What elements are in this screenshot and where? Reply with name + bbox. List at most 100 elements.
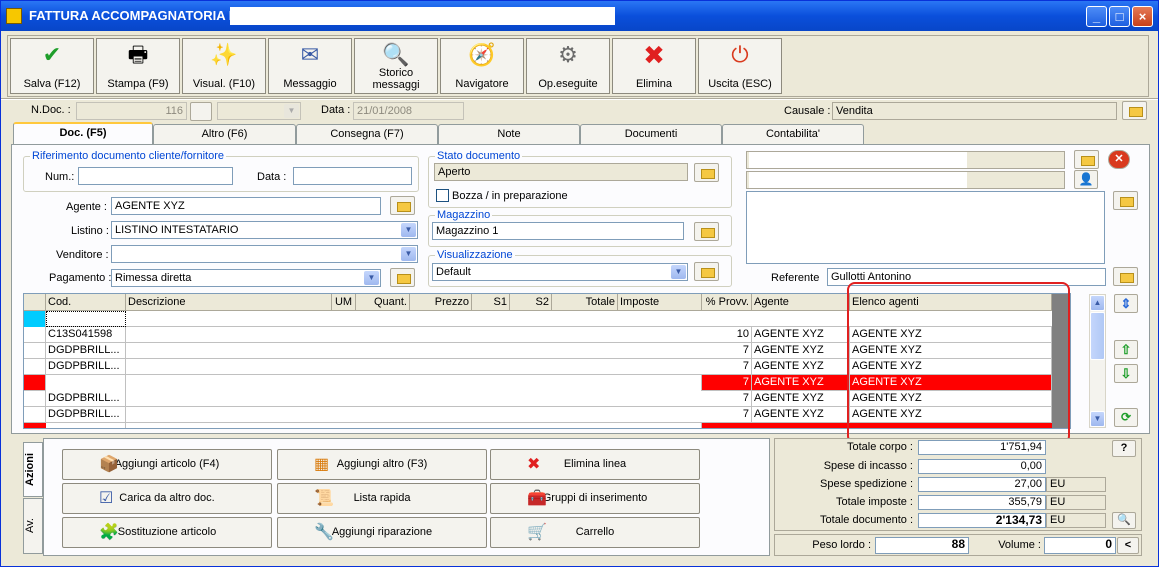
rif-date-field[interactable] bbox=[293, 167, 412, 185]
cell-provv[interactable]: 7 bbox=[702, 343, 752, 359]
cell-descrizione[interactable] bbox=[126, 375, 702, 391]
minimize-button[interactable]: _ bbox=[1086, 6, 1107, 27]
operations-button[interactable]: ⚙ Op.eseguite bbox=[526, 38, 610, 94]
scroll-thumb[interactable] bbox=[1090, 312, 1105, 360]
grid-scrollbar[interactable]: ▲ ▼ bbox=[1089, 294, 1106, 428]
col-header-s2[interactable]: S2 bbox=[510, 294, 552, 311]
spese-incasso-value[interactable]: 0,00 bbox=[918, 459, 1046, 474]
user-card-icon[interactable]: 👤 bbox=[1074, 170, 1098, 189]
preview-button[interactable]: ✨ Visual. (F10) bbox=[182, 38, 266, 94]
tab-contabilita[interactable]: Contabilita' bbox=[722, 124, 864, 144]
maximize-button[interactable]: □ bbox=[1109, 6, 1130, 27]
cell-agente[interactable]: AGENTE XYZ bbox=[752, 375, 850, 391]
col-header-descrizione[interactable]: Descrizione bbox=[126, 294, 332, 311]
navigator-button[interactable]: 🧭 Navigatore bbox=[440, 38, 524, 94]
print-button[interactable]: 🖶 Stampa (F9) bbox=[96, 38, 180, 94]
cell-cod[interactable]: DGDPBRILL... bbox=[46, 407, 126, 423]
tab-altro[interactable]: Altro (F6) bbox=[153, 124, 296, 144]
quick-list-button[interactable]: 📜 Lista rapida bbox=[277, 483, 487, 514]
col-header-elenco-agenti[interactable]: Elenco agenti bbox=[850, 294, 1052, 311]
refresh-icon[interactable]: ⟳ bbox=[1114, 408, 1138, 427]
col-header-prezzo[interactable]: Prezzo bbox=[410, 294, 472, 311]
pagamento-folder-button[interactable] bbox=[390, 268, 415, 287]
message-button[interactable]: ✉ Messaggio bbox=[268, 38, 352, 94]
cell-elenco-agenti[interactable]: AGENTE XYZ bbox=[850, 327, 1052, 343]
close-button[interactable]: × bbox=[1132, 6, 1153, 27]
col-header-quant[interactable]: Quant. bbox=[356, 294, 410, 311]
tab-documenti[interactable]: Documenti bbox=[580, 124, 722, 144]
cell-provv[interactable]: 7 bbox=[702, 391, 752, 407]
causale-folder-button[interactable] bbox=[1122, 101, 1147, 120]
ndoc-lookup-button[interactable] bbox=[190, 102, 212, 121]
cell-elenco-agenti[interactable]: AGENTE XYZ bbox=[850, 407, 1052, 423]
listino-select[interactable]: LISTINO INTESTATARIO ▼ bbox=[111, 221, 418, 239]
bozza-checkbox[interactable] bbox=[436, 189, 449, 202]
cell-provv[interactable]: 7 bbox=[702, 359, 752, 375]
message-history-button[interactable]: 🔍 Storico messaggi bbox=[354, 38, 438, 94]
address-folder-button[interactable] bbox=[1113, 191, 1138, 210]
cell-provv[interactable]: 7 bbox=[702, 407, 752, 423]
num-field[interactable] bbox=[78, 167, 233, 185]
magazzino-folder-button[interactable] bbox=[694, 222, 719, 241]
cell-cod[interactable] bbox=[46, 311, 126, 327]
cell-cod[interactable]: DGDPBRILL... bbox=[46, 343, 126, 359]
col-header-totale[interactable]: Totale bbox=[552, 294, 618, 311]
cell-elenco-agenti[interactable]: AGENTE XYZ bbox=[850, 343, 1052, 359]
col-header-agente[interactable]: Agente bbox=[752, 294, 850, 311]
tab-azioni[interactable]: Azioni bbox=[23, 442, 43, 497]
help-button[interactable]: ? bbox=[1112, 440, 1136, 457]
causale-field[interactable]: Vendita bbox=[832, 102, 1117, 120]
cliente-folder-button[interactable] bbox=[1074, 150, 1099, 169]
table-row[interactable] bbox=[24, 311, 1052, 327]
move-down-icon[interactable]: ⇩ bbox=[1114, 364, 1138, 383]
col-header-provv[interactable]: % Provv. bbox=[702, 294, 752, 311]
referente-folder-button[interactable] bbox=[1113, 267, 1138, 286]
volume-value[interactable]: 0 bbox=[1044, 537, 1116, 554]
delete-button[interactable]: ✖ Elimina bbox=[612, 38, 696, 94]
peso-lordo-value[interactable]: 88 bbox=[875, 537, 969, 554]
cell-cod[interactable]: C13S041598 bbox=[46, 327, 126, 343]
venditore-select[interactable]: ▼ bbox=[111, 245, 418, 263]
delete-line-button[interactable]: ✖ Elimina linea bbox=[490, 449, 700, 480]
cell-agente[interactable]: AGENTE XYZ bbox=[752, 359, 850, 375]
cell-agente[interactable]: AGENTE XYZ bbox=[752, 327, 850, 343]
scroll-up-icon[interactable]: ▲ bbox=[1090, 295, 1105, 311]
zoom-icon[interactable]: 🔍 bbox=[1112, 512, 1136, 529]
cell-cod[interactable]: DGDPBRILL... bbox=[46, 359, 126, 375]
add-repair-button[interactable]: 🔧 Aggiungi riparazione bbox=[277, 517, 487, 548]
spese-spedizione-value[interactable]: 27,00 bbox=[918, 477, 1046, 492]
stato-folder-button[interactable] bbox=[694, 163, 719, 182]
visualizzazione-select[interactable]: Default ▼ bbox=[432, 263, 688, 281]
cell-elenco-agenti[interactable]: AGENTE XYZ bbox=[850, 359, 1052, 375]
magazzino-field[interactable]: Magazzino 1 bbox=[432, 222, 684, 240]
col-header-cod[interactable]: Cod. bbox=[46, 294, 126, 311]
cell-agente[interactable]: AGENTE XYZ bbox=[752, 391, 850, 407]
add-other-button[interactable]: ▦ Aggiungi altro (F3) bbox=[277, 449, 487, 480]
col-header-um[interactable]: UM bbox=[332, 294, 356, 311]
cliente-address[interactable] bbox=[746, 191, 1105, 264]
clear-cliente-icon[interactable]: ✕ bbox=[1108, 150, 1130, 169]
col-header-s1[interactable]: S1 bbox=[472, 294, 510, 311]
agente-folder-button[interactable] bbox=[390, 196, 415, 215]
items-grid[interactable]: Cod. Descrizione UM Quant. Prezzo S1 S2 … bbox=[23, 293, 1071, 429]
save-button[interactable]: ✔ Salva (F12) bbox=[10, 38, 94, 94]
cell-elenco-agenti[interactable]: AGENTE XYZ bbox=[850, 391, 1052, 407]
table-row[interactable]: C13S041598 10 AGENTE XYZ AGENTE XYZ bbox=[24, 327, 1052, 343]
cell-cod[interactable] bbox=[46, 375, 126, 391]
insert-groups-button[interactable]: 🧰 Gruppi di inserimento bbox=[490, 483, 700, 514]
pagamento-select[interactable]: Rimessa diretta ▼ bbox=[111, 269, 381, 287]
cell-elenco-agenti[interactable]: AGENTE XYZ bbox=[850, 375, 1052, 391]
tab-av[interactable]: Av. bbox=[23, 498, 43, 554]
col-header-imposte[interactable]: Imposte bbox=[618, 294, 702, 311]
move-top-icon[interactable]: ⇕ bbox=[1114, 294, 1138, 313]
table-row[interactable]: DGDPBRILL... 7 AGENTE XYZ AGENTE XYZ bbox=[24, 359, 1052, 375]
cell-agente[interactable]: AGENTE XYZ bbox=[752, 343, 850, 359]
replace-article-button[interactable]: 🧩 Sostituzione articolo bbox=[62, 517, 272, 548]
load-from-doc-button[interactable]: ☑ Carica da altro doc. bbox=[62, 483, 272, 514]
table-row[interactable]: DGDPBRILL... 7 AGENTE XYZ AGENTE XYZ bbox=[24, 391, 1052, 407]
cell-provv[interactable]: 10 bbox=[702, 327, 752, 343]
referente-field[interactable]: Gullotti Antonino bbox=[827, 268, 1106, 286]
scroll-down-icon[interactable]: ▼ bbox=[1090, 411, 1105, 427]
cell-cod[interactable]: DGDPBRILL... bbox=[46, 391, 126, 407]
cart-button[interactable]: 🛒 Carrello bbox=[490, 517, 700, 548]
